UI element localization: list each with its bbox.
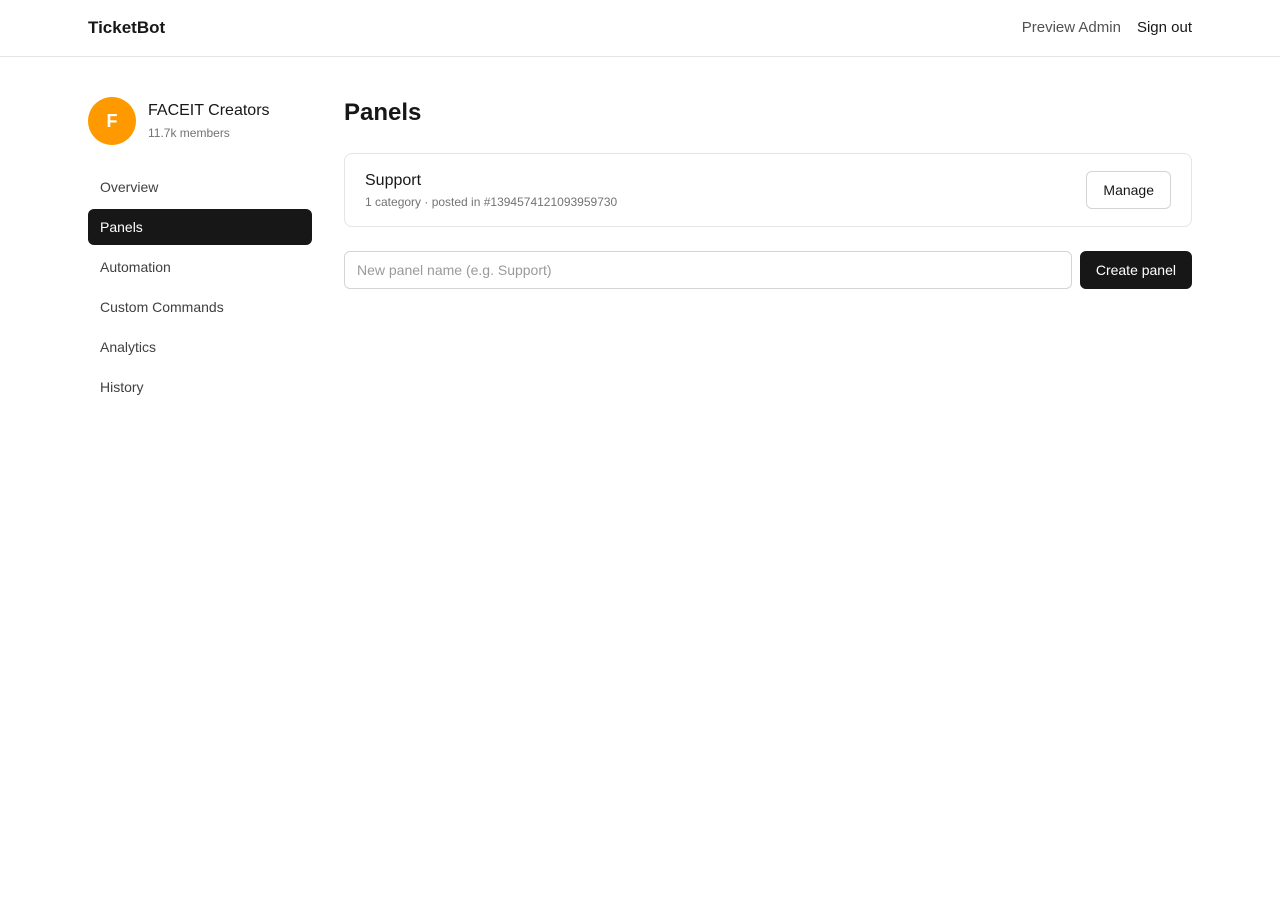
panel-info: Support 1 category · posted in #13945741… xyxy=(365,171,617,210)
create-panel-button[interactable]: Create panel xyxy=(1079,251,1192,289)
sidebar-nav: Overview Panels Automation Custom Comman… xyxy=(88,169,312,405)
main-content: Panels Support 1 category · posted in #1… xyxy=(344,97,1192,289)
server-avatar: F xyxy=(88,97,136,145)
top-nav: Preview Admin Sign out xyxy=(1022,19,1192,37)
server-info: FACEIT Creators 11.7k members xyxy=(148,101,270,141)
brand-logo-text[interactable]: TicketBot xyxy=(88,18,165,38)
sidebar-item-analytics[interactable]: Analytics xyxy=(88,329,312,365)
panel-card: Support 1 category · posted in #13945741… xyxy=(344,153,1192,227)
manage-panel-button[interactable]: Manage xyxy=(1086,171,1171,209)
sidebar-item-overview[interactable]: Overview xyxy=(88,169,312,205)
sidebar-item-history[interactable]: History xyxy=(88,369,312,405)
new-panel-name-input[interactable] xyxy=(344,251,1072,289)
panel-meta: 1 category · posted in #1394574121093959… xyxy=(365,194,618,209)
create-panel-row: Create panel xyxy=(344,251,1192,289)
preview-admin-link[interactable]: Preview Admin xyxy=(1022,19,1121,37)
panel-name: Support xyxy=(365,171,422,189)
server-header: F FACEIT Creators 11.7k members xyxy=(88,97,312,145)
sidebar-item-custom-commands[interactable]: Custom Commands xyxy=(88,289,312,325)
top-bar: TicketBot Preview Admin Sign out xyxy=(0,0,1280,57)
sidebar: F FACEIT Creators 11.7k members Overview… xyxy=(88,97,312,409)
server-member-count: 11.7k members xyxy=(148,126,230,140)
page-title: Panels xyxy=(344,99,422,126)
sidebar-item-automation[interactable]: Automation xyxy=(88,249,312,285)
server-name: FACEIT Creators xyxy=(148,102,270,119)
sidebar-item-panels[interactable]: Panels xyxy=(88,209,312,245)
sign-out-link[interactable]: Sign out xyxy=(1137,19,1192,37)
